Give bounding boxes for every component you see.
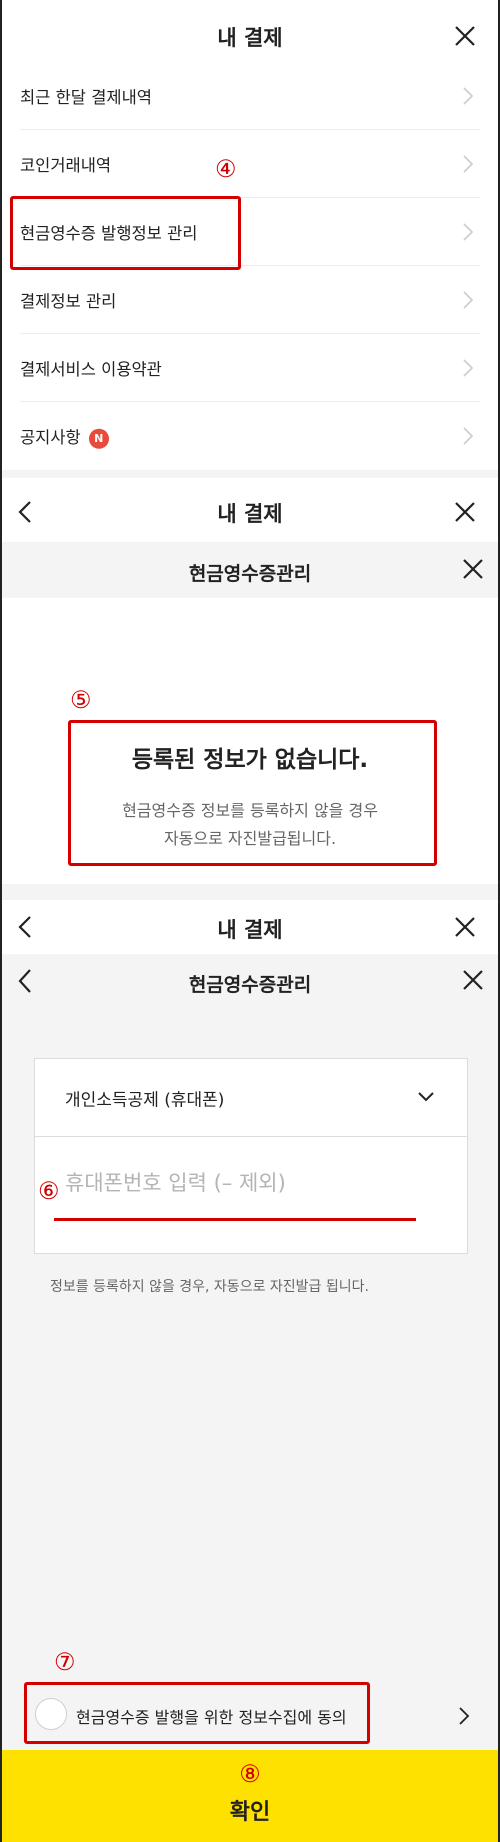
menu-item-label: 결제정보 관리 (20, 291, 117, 311)
close-icon[interactable] (462, 969, 484, 991)
section-divider (2, 884, 498, 900)
page-title: 내 결제 (217, 918, 283, 942)
back-icon[interactable] (18, 968, 32, 994)
chevron-right-icon (462, 290, 474, 310)
annotation-underline-phone (54, 1218, 416, 1221)
menu-item-terms[interactable]: 결제서비스 이용약관 (20, 334, 480, 402)
close-icon[interactable] (454, 501, 476, 523)
step-marker-4: ④ (215, 155, 237, 183)
step-marker-8: ⑧ (239, 1760, 261, 1788)
screenshot-frame: 내 결제 최근 한달 결제내역 코인거래내역 현금영수증 발행정보 관리 결제정… (2, 0, 498, 1842)
receipt-info-card: 개인소득공제 (휴대폰) (34, 1058, 468, 1254)
auto-issue-hint: 정보를 등록하지 않을 경우, 자동으로 자진발급 됩니다. (50, 1279, 369, 1295)
page-title: 내 결제 (217, 26, 283, 50)
menu-item-notices[interactable]: 공지사항 N (20, 402, 480, 470)
menu-item-label: 공지사항 N (20, 424, 109, 449)
page-title: 내 결제 (217, 502, 283, 526)
chevron-right-icon (462, 222, 474, 242)
chevron-right-icon (462, 154, 474, 174)
consent-label[interactable]: 현금영수증 발행을 위한 정보수집에 동의 (76, 1704, 347, 1728)
new-badge: N (88, 428, 109, 449)
confirm-label: 확인 (229, 1800, 271, 1825)
select-value: 개인소득공제 (휴대폰) (65, 1090, 225, 1110)
confirm-button[interactable]: ⑧ 확인 (2, 1750, 498, 1842)
menu-item-label: 코인거래내역 (20, 155, 112, 175)
close-icon[interactable] (462, 558, 484, 580)
menu-item-recent-payments[interactable]: 최근 한달 결제내역 (20, 62, 480, 130)
deduction-type-select[interactable]: 개인소득공제 (휴대폰) (35, 1059, 467, 1137)
close-icon[interactable] (454, 25, 476, 47)
step-marker-7: ⑦ (54, 1648, 76, 1676)
annotation-highlight-cash-receipt (10, 196, 241, 270)
modal-title: 현금영수증관리 (188, 974, 312, 996)
menu-item-label: 결제서비스 이용약관 (20, 359, 162, 379)
header-my-payment-3: 내 결제 (2, 900, 498, 954)
phone-number-input[interactable] (65, 1171, 455, 1195)
chevron-down-icon (417, 1091, 435, 1103)
menu-item-coin-history[interactable]: 코인거래내역 (20, 130, 480, 198)
annotation-highlight-empty-state (68, 720, 437, 866)
step-marker-6: ⑥ (38, 1177, 60, 1205)
chevron-right-icon (462, 358, 474, 378)
section-divider (2, 470, 498, 478)
modal-title: 현금영수증관리 (188, 563, 312, 585)
cash-receipt-form: 현금영수증관리 개인소득공제 (휴대폰) ⑥ 정보를 등록하지 않을 경우, 자… (2, 954, 498, 1750)
close-icon[interactable] (454, 916, 476, 938)
header-my-payment-2: 내 결제 (2, 478, 498, 542)
chevron-right-icon[interactable] (458, 1706, 470, 1726)
menu-item-payment-info[interactable]: 결제정보 관리 (20, 266, 480, 334)
chevron-right-icon (462, 86, 474, 106)
notices-label: 공지사항 (20, 427, 81, 447)
consent-checkbox[interactable] (35, 1698, 67, 1730)
modal-header-cash-receipt: 현금영수증관리 (2, 542, 498, 598)
menu-item-label: 최근 한달 결제내역 (20, 87, 152, 107)
chevron-right-icon (462, 426, 474, 446)
step-marker-5: ⑤ (70, 686, 92, 714)
